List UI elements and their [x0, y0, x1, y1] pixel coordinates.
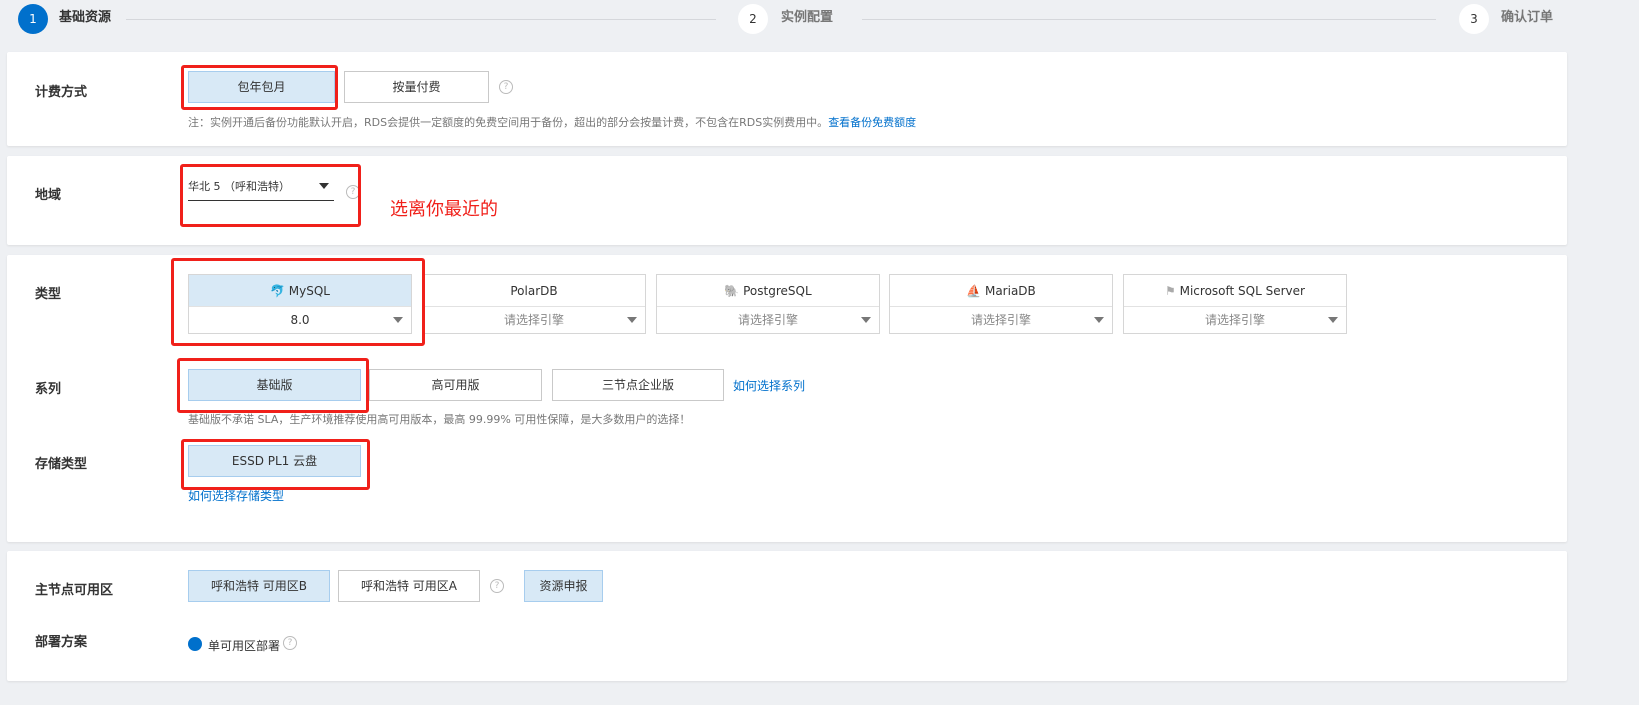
annotation-box: [171, 258, 425, 346]
help-icon[interactable]: ?: [283, 636, 297, 650]
chevron-down-icon: [1094, 317, 1104, 323]
zone-option-a[interactable]: 呼和浩特 可用区A: [338, 570, 480, 602]
chevron-down-icon: [627, 317, 637, 323]
zone-card: 主节点可用区 呼和浩特 可用区B 呼和浩特 可用区A ? 资源申报 部署方案 单…: [7, 551, 1567, 681]
step-1-circle: 1: [18, 4, 48, 34]
series-note: 基础版不承诺 SLA，生产环境推荐使用高可用版本，最高 99.99% 可用性保障…: [188, 413, 691, 426]
engine-sqlserver[interactable]: ⚑ Microsoft SQL Server 请选择引擎: [1123, 274, 1347, 334]
chevron-down-icon: [861, 317, 871, 323]
billing-label: 计费方式: [35, 85, 88, 100]
deploy-label: 部署方案: [35, 635, 88, 650]
zone-label: 主节点可用区: [35, 583, 114, 598]
engine-polardb[interactable]: PolarDB 请选择引擎: [422, 274, 646, 334]
step-3-label: 确认订单: [1501, 10, 1554, 25]
storage-label: 存储类型: [35, 457, 88, 472]
step-1-label: 基础资源: [59, 10, 112, 25]
annotation-box: [181, 439, 370, 490]
annotation-box: [180, 164, 361, 227]
type-label: 类型: [35, 287, 62, 302]
engine-version-select[interactable]: 请选择引擎: [423, 307, 645, 333]
annotation-box: [177, 358, 369, 413]
series-option-enterprise[interactable]: 三节点企业版: [552, 369, 724, 401]
engine-version-select[interactable]: 请选择引擎: [657, 307, 879, 333]
chevron-down-icon: [1328, 317, 1338, 323]
series-option-ha[interactable]: 高可用版: [369, 369, 542, 401]
backup-quota-link[interactable]: 查看备份免费额度: [828, 116, 916, 129]
help-icon[interactable]: ?: [499, 80, 513, 94]
engine-mariadb[interactable]: ⛵ MariaDB 请选择引擎: [889, 274, 1113, 334]
series-label: 系列: [35, 382, 62, 397]
sqlserver-icon: ⚑: [1165, 284, 1180, 298]
postgresql-elephant-icon: 🐘: [724, 284, 744, 298]
zone-option-b[interactable]: 呼和浩特 可用区B: [188, 570, 330, 602]
step-2-label: 实例配置: [781, 10, 834, 25]
resource-report-button[interactable]: 资源申报: [524, 570, 603, 602]
engine-postgresql[interactable]: 🐘 PostgreSQL 请选择引擎: [656, 274, 880, 334]
mariadb-seal-icon: ⛵: [966, 284, 985, 298]
engine-version-select[interactable]: 请选择引擎: [1124, 307, 1346, 333]
deploy-option-label: 单可用区部署: [208, 639, 281, 653]
series-help-link[interactable]: 如何选择系列: [733, 377, 805, 394]
step-3-circle: 3: [1459, 4, 1489, 34]
help-icon[interactable]: ?: [490, 579, 504, 593]
deploy-radio[interactable]: [188, 637, 202, 651]
step-2-circle: 2: [738, 4, 768, 34]
step-divider: [126, 19, 716, 20]
region-annotation: 选离你最近的: [390, 199, 498, 220]
billing-note: 注：实例开通后备份功能默认开启，RDS会提供一定额度的免费空间用于备份，超出的部…: [188, 116, 917, 129]
step-divider: [862, 19, 1436, 20]
engine-version-select[interactable]: 请选择引擎: [890, 307, 1112, 333]
annotation-box: [181, 65, 338, 110]
billing-option-payg[interactable]: 按量付费: [344, 71, 489, 103]
region-label: 地域: [35, 188, 62, 203]
